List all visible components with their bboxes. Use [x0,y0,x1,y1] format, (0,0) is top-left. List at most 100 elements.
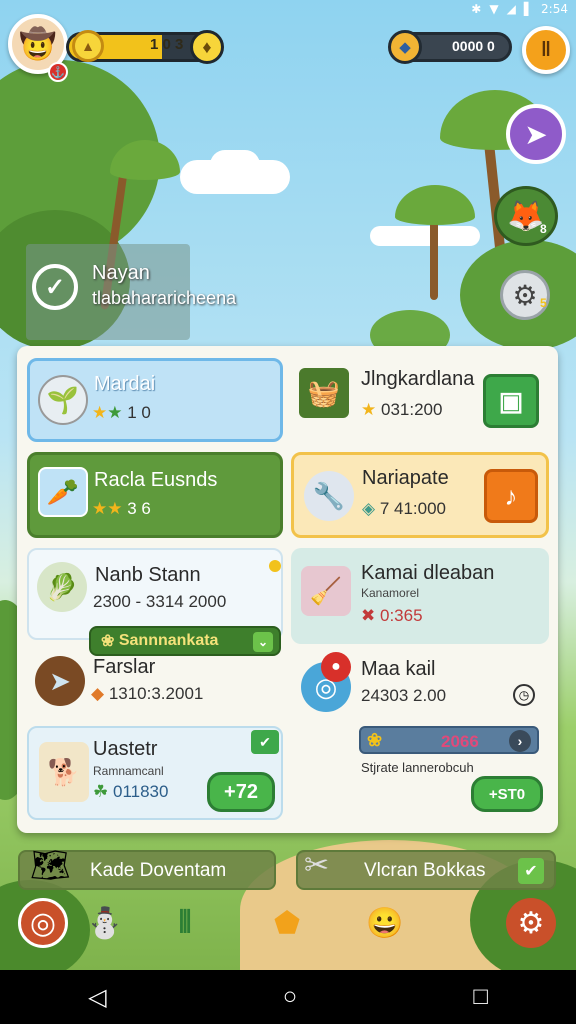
signal-icon: ◢ [506,2,516,16]
gem-count: 0000 0 [452,38,495,54]
bottom-left-label: Kade Doventam [90,860,227,881]
check-icon: ✔ [518,858,544,884]
vegetable-icon: 🥬 [37,562,87,612]
settings-gear-icon[interactable]: ⚙ [506,898,556,948]
settings-count: 5 [540,296,547,310]
card-stat: ✖ 0:365 [361,606,423,626]
bottom-right-label: Vlcran Bokkas [364,860,486,881]
inventory-panel: 🌱 Mardai ★★ 1 0 🧺 Jlngkardlana ★ 031:200… [17,346,558,833]
card-title: Maa kail [361,658,436,680]
bottom-right-pill[interactable]: ✂ Vlcran Bokkas ✔ [296,849,556,890]
card-stat-value: 0:365 [379,606,423,625]
star-icon: ★ [107,403,123,422]
add-coins-button[interactable]: ♦ [190,30,224,64]
card-stat: ◈ 7 41:000 [362,499,446,519]
card-stat: ◆ 1310:3.2001 [91,684,203,704]
card-title: Kamai dleaban [361,562,495,584]
pet-button[interactable]: 🦊 [494,186,558,246]
play-icon: ♪ [504,480,518,511]
quest-subtitle: tlabahararicheena [92,288,237,308]
status-bar: ✱ ▼ ◢ ▌ 2:54 [471,0,568,18]
card-title: Farslar [93,656,156,678]
back-icon[interactable]: ◁ [88,983,106,1012]
play-button[interactable]: ♪ [484,469,538,523]
card-stat: 24303 2.00 [361,686,447,705]
broom-icon: 🧹 [301,566,351,616]
star-icon: ★ [92,403,108,422]
card-title: Racla Eusnds [94,469,218,491]
card-uastetr[interactable]: 🐕 Uastetr Ramnamcanl ☘ 011830 ✔ +72 [27,726,283,820]
system-nav-bar: ◁ ○ □ [0,970,576,1024]
sprout-icon: 🌱 [38,375,88,425]
card-subtitle: Kanamorel [361,586,420,600]
card-stat-value: 7 41:000 [379,499,446,518]
progress-value: 2066 [441,732,479,751]
fence-icon[interactable]: ⫴ [160,898,210,948]
clock: 2:54 [541,2,568,16]
check-icon: ✔ [251,730,279,754]
claim-button[interactable]: ▣ [483,374,539,428]
chevron-right-icon: › [509,730,531,752]
compass-button[interactable]: ➤ [506,104,566,164]
card-subtitle: Ramnamcanl [93,764,164,778]
sparkle-icon: ❀ [101,633,115,650]
chevron-down-icon: ⌄ [253,632,273,652]
card-nariapate[interactable]: 🔧 Nariapate ◈ 7 41:000 ♪ [291,452,549,538]
leaf-icon: ❀ [367,729,383,750]
gem-icon: ◆ [91,684,105,703]
friends-icon[interactable]: 😀 [360,898,410,948]
card-title: Nariapate [362,467,449,489]
cross-icon: ✖ [361,606,376,625]
alert-icon: ● [321,652,351,682]
paper-plane-icon: ➤ [35,656,85,706]
gear-icon: ⚙ [512,279,538,311]
pause-button[interactable]: ‖ [522,26,570,74]
card-stat: ★★ 1 0 [92,403,151,423]
battery-icon: ▌ [523,2,534,16]
card-title: Jlngkardlana [361,368,475,390]
home-circle-icon[interactable]: ○ [283,983,298,1011]
card-title: Mardai [94,373,156,395]
progress-strip[interactable]: ❀ 2066 › [359,726,539,754]
card-stat-value: 1 0 [127,403,151,422]
start-button[interactable]: +ST0 [471,776,543,812]
carrot-icon: 🥕 [38,467,88,517]
wifi-icon: ▼ [489,2,499,16]
palm-leaf [395,185,475,225]
recents-icon[interactable]: □ [473,983,488,1011]
clock-icon: ◈ [362,499,376,518]
pet-count: 8 [540,222,547,236]
card-farslar[interactable]: ➤ Farslar ◆ 1310:3.2001 [27,650,283,720]
gem-icon[interactable]: ◆ [388,30,422,64]
star-icon: ★ [92,499,108,518]
settings-button[interactable]: ⚙ [500,270,550,320]
bluetooth-icon: ✱ [471,2,482,16]
snowman-icon[interactable]: ⛄ [80,898,130,948]
dog-icon: 🐕 [39,742,89,802]
card-title: Uastetr [93,738,158,760]
card-stat: ☘ 011830 [93,782,168,802]
card-kamai-dleaban[interactable]: 🧹 Kamai dleaban Kanamorel ✖ 0:365 [291,548,549,644]
coin-count: 1 0 3 [150,36,184,53]
card-maa-kail[interactable]: ◎ ● Maa kail 24303 2.00 ◷ [291,650,549,720]
shop-icon[interactable]: ⬟ [262,898,312,948]
card-racla-eusnds[interactable]: 🥕 Racla Eusnds ★★ 3 6 [27,452,283,538]
card-mardai[interactable]: 🌱 Mardai ★★ 1 0 [27,358,283,442]
avatar-badge-icon: ⚓ [48,62,68,82]
timer-icon[interactable]: ◷ [513,684,535,706]
home-icon[interactable]: ◎ [18,898,68,948]
card-stat-value: 1310:3.2001 [108,684,204,703]
coin-icon: ▲ [72,30,104,62]
card-2066[interactable]: ❀ 2066 › Stjrate lannerobcuh +ST0 [291,726,549,820]
quest-title: Nayan [92,262,150,284]
card-subtitle: Stjrate lannerobcuh [361,760,474,775]
cloud [210,150,260,180]
collect-button[interactable]: +72 [207,772,275,812]
notification-dot [269,560,281,572]
banner-label: Sannnankata [118,632,219,649]
card-title: Nanb Stann [95,564,201,586]
bottom-left-pill[interactable]: 🗺 Kade Doventam [18,847,276,890]
hose-icon: 🔧 [304,471,354,521]
card-jlngkardlana[interactable]: 🧺 Jlngkardlana ★ 031:200 ▣ [293,358,549,442]
card-stat-value: 031:200 [380,400,443,419]
